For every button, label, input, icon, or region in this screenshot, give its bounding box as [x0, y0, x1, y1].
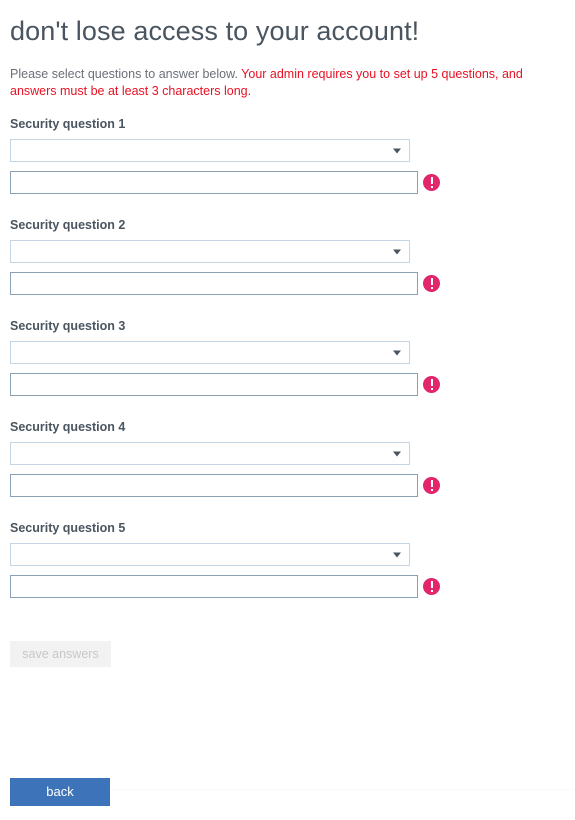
back-button[interactable]: back	[10, 778, 110, 806]
security-answer-input[interactable]	[10, 171, 418, 194]
security-question-label: Security question 2	[10, 218, 126, 232]
chevron-down-icon	[393, 249, 401, 254]
security-question-select-value	[11, 241, 409, 244]
security-question-label: Security question 4	[10, 420, 126, 434]
save-answers-button[interactable]: save answers	[10, 641, 111, 667]
error-exclamation-icon	[423, 275, 440, 292]
security-questions-list: Security question 1 Security question 2	[10, 100, 565, 598]
error-icon-dot	[430, 388, 433, 390]
security-question-select-value	[11, 544, 409, 547]
error-exclamation-icon	[423, 174, 440, 191]
error-icon-dot	[430, 287, 433, 289]
security-answer-input[interactable]	[10, 575, 418, 598]
chevron-down-icon	[393, 451, 401, 456]
save-answers-row: save answers	[10, 621, 565, 667]
security-question-select-value	[11, 443, 409, 446]
security-question-select[interactable]	[10, 543, 410, 566]
security-answer-row	[10, 474, 565, 497]
security-question-select-value	[11, 140, 409, 143]
error-icon-bar	[430, 581, 433, 588]
instructions-text: Please select questions to answer below.…	[10, 48, 562, 100]
security-question-block: Security question 2	[10, 217, 565, 295]
security-question-label: Security question 1	[10, 117, 126, 131]
error-icon-dot	[430, 590, 433, 592]
security-question-block: Security question 3	[10, 318, 565, 396]
error-icon-dot	[430, 186, 433, 188]
security-question-select-value	[11, 342, 409, 345]
instructions-plain-text: Please select questions to answer below.	[10, 67, 242, 81]
error-icon-bar	[430, 177, 433, 184]
error-icon-bar	[430, 480, 433, 487]
error-exclamation-icon	[423, 578, 440, 595]
security-question-select[interactable]	[10, 442, 410, 465]
security-answer-row	[10, 373, 565, 396]
error-icon-bar	[430, 278, 433, 285]
chevron-down-icon	[393, 552, 401, 557]
security-answer-row	[10, 575, 565, 598]
security-question-select[interactable]	[10, 139, 410, 162]
security-question-select[interactable]	[10, 240, 410, 263]
sspr-security-questions-page: don't lose access to your account! Pleas…	[0, 0, 575, 820]
chevron-down-icon	[393, 148, 401, 153]
security-question-block: Security question 1	[10, 116, 565, 194]
footer-bar: back	[10, 778, 575, 806]
error-icon-bar	[430, 379, 433, 386]
security-question-block: Security question 5	[10, 520, 565, 598]
security-answer-input[interactable]	[10, 272, 418, 295]
security-answer-input[interactable]	[10, 373, 418, 396]
page-title: don't lose access to your account!	[10, 16, 420, 46]
security-question-label: Security question 5	[10, 521, 126, 535]
security-answer-input[interactable]	[10, 474, 418, 497]
security-question-select[interactable]	[10, 341, 410, 364]
security-answer-row	[10, 171, 565, 194]
error-exclamation-icon	[423, 376, 440, 393]
security-answer-row	[10, 272, 565, 295]
error-icon-dot	[430, 489, 433, 491]
security-question-label: Security question 3	[10, 319, 126, 333]
security-question-block: Security question 4	[10, 419, 565, 497]
chevron-down-icon	[393, 350, 401, 355]
error-exclamation-icon	[423, 477, 440, 494]
